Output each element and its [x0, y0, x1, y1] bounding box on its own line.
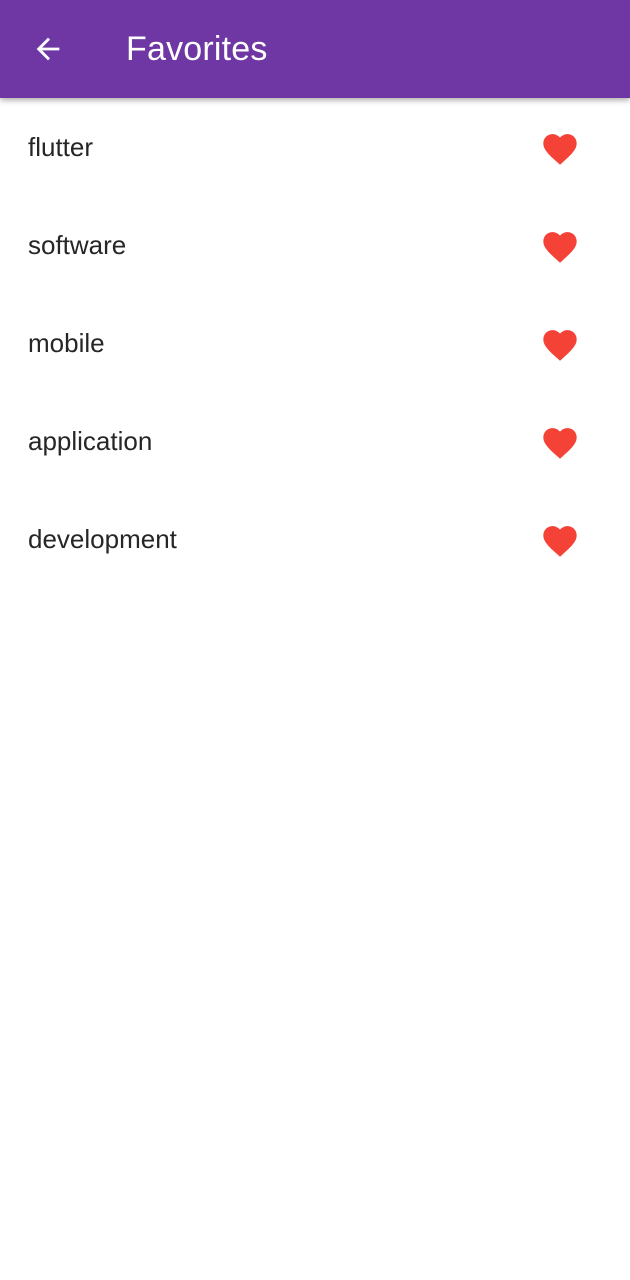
list-item[interactable]: flutter: [0, 98, 630, 196]
back-button[interactable]: [20, 21, 76, 77]
favorite-button[interactable]: [536, 223, 584, 267]
heart-icon: [543, 525, 577, 557]
item-label: flutter: [28, 132, 94, 162]
heart-icon: [543, 329, 577, 361]
heart-icon: [543, 133, 577, 165]
heart-icon: [543, 231, 577, 263]
item-label: mobile: [28, 328, 105, 358]
list-item[interactable]: mobile: [0, 294, 630, 392]
favorite-button[interactable]: [536, 419, 584, 463]
item-label: development: [28, 524, 177, 554]
favorite-button[interactable]: [536, 517, 584, 561]
app-bar: Favorites: [0, 0, 630, 98]
favorite-button[interactable]: [536, 125, 584, 169]
item-label: software: [28, 230, 127, 260]
page-title: Favorites: [126, 30, 268, 68]
list-item[interactable]: application: [0, 392, 630, 490]
favorites-list: flutter software mobile application deve…: [0, 98, 630, 588]
favorites-screen: Favorites flutter software mobile applic…: [0, 0, 630, 1280]
list-item[interactable]: development: [0, 490, 630, 588]
heart-icon: [543, 427, 577, 459]
item-label: application: [28, 426, 153, 456]
favorite-button[interactable]: [536, 321, 584, 365]
list-item[interactable]: software: [0, 196, 630, 294]
arrow-back-icon: [36, 37, 60, 61]
